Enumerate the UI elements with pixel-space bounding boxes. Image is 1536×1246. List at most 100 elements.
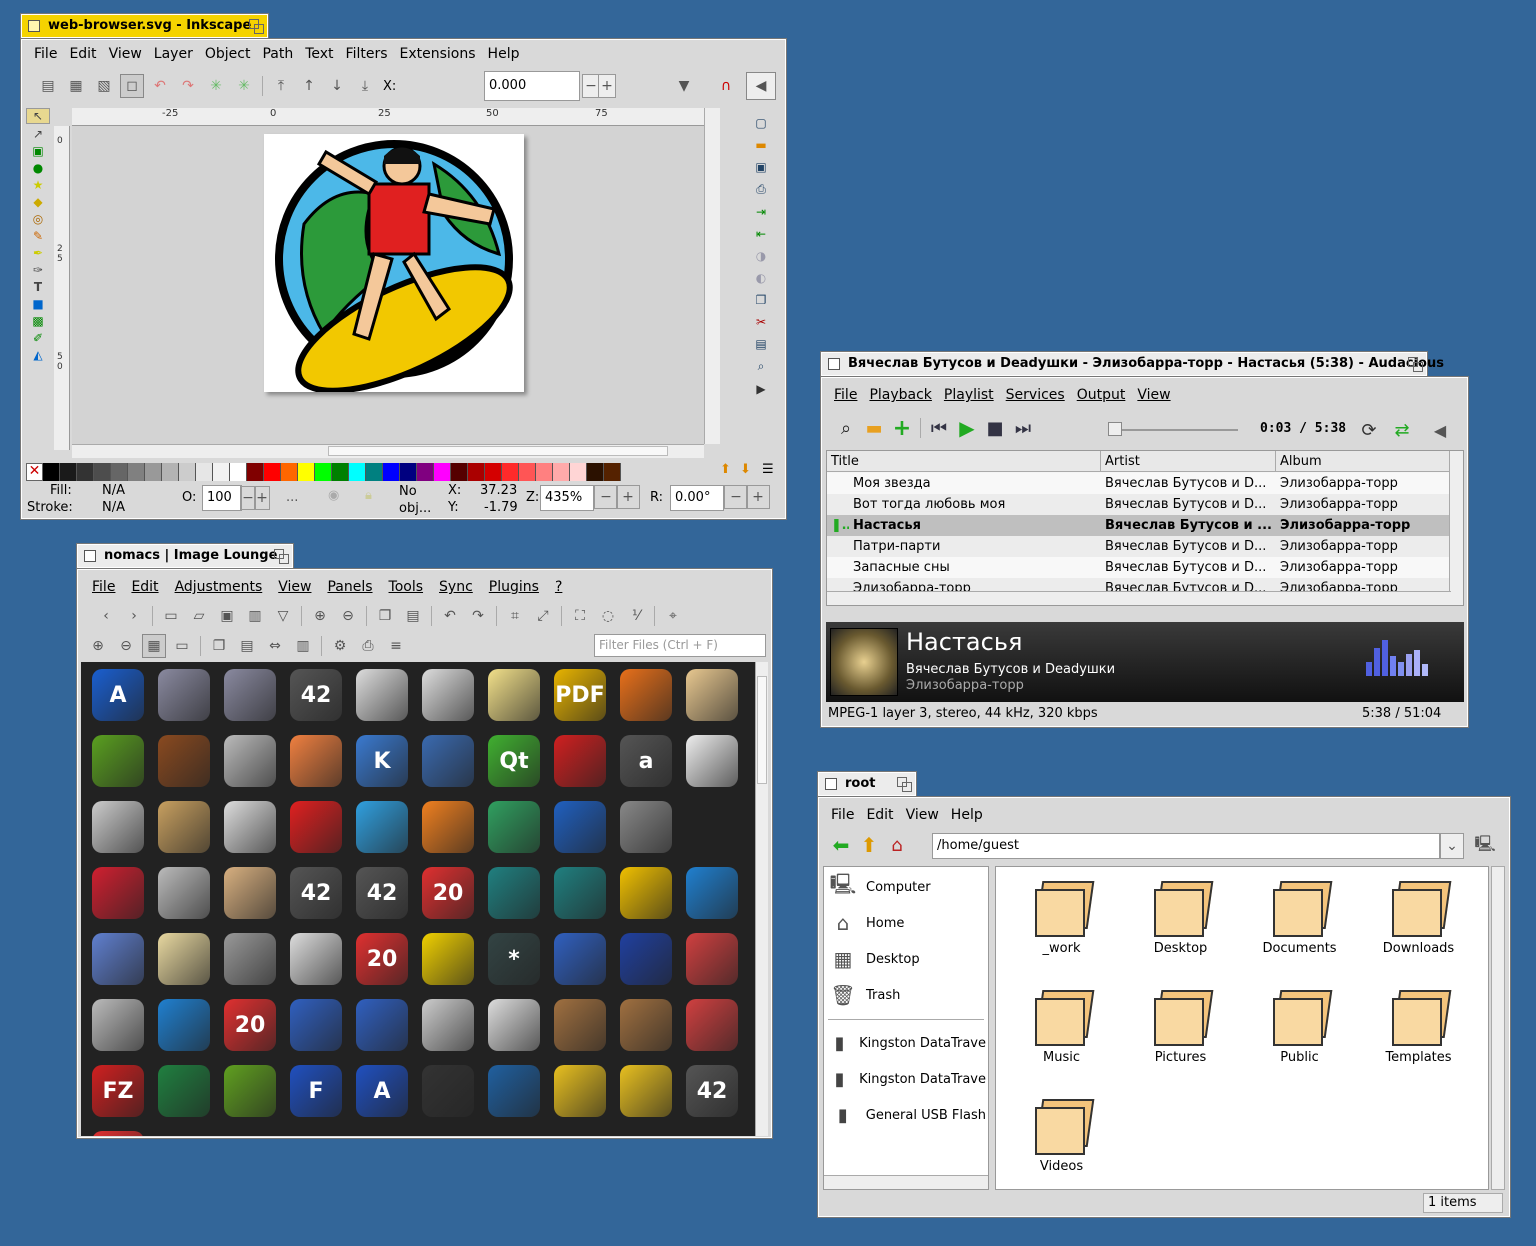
filter-files-input[interactable]: Filter Files (Ctrl + F) xyxy=(594,634,766,657)
strip-view-icon[interactable]: ▭ xyxy=(170,634,194,658)
menu-item-view[interactable]: View xyxy=(900,807,945,823)
color-swatch[interactable] xyxy=(366,463,383,481)
menu-item-output[interactable]: Output xyxy=(1071,387,1132,403)
node-tool-icon[interactable]: ↗ xyxy=(26,127,50,141)
raise-top-icon[interactable]: ⤒ xyxy=(269,74,293,98)
thumbnail[interactable] xyxy=(283,926,349,992)
thumbnail[interactable] xyxy=(481,794,547,860)
rotate-ccw-icon[interactable]: ↶ xyxy=(148,74,172,98)
files-scrollbar[interactable] xyxy=(1491,866,1505,1190)
place-item[interactable]: 🗑︎ Trash xyxy=(828,979,900,1011)
thumbnail[interactable]: * xyxy=(481,926,547,992)
thumbnail[interactable] xyxy=(415,1058,481,1124)
crop-icon[interactable]: ⌗ xyxy=(503,604,527,628)
menu-item-extensions[interactable]: Extensions xyxy=(394,46,482,62)
menu-item-edit[interactable]: Edit xyxy=(63,46,102,62)
volume-icon[interactable]: ◀ xyxy=(1428,418,1452,442)
thumbnail[interactable] xyxy=(151,1058,217,1124)
color-swatch[interactable] xyxy=(587,463,604,481)
thumbnail[interactable] xyxy=(151,794,217,860)
cut-icon[interactable]: ✂ xyxy=(748,315,774,329)
thumbnail[interactable] xyxy=(547,926,613,992)
rotate-right-icon[interactable]: ↷ xyxy=(466,604,490,628)
color-swatch[interactable] xyxy=(570,463,587,481)
delete-icon[interactable]: ▥ xyxy=(243,604,267,628)
raise-icon[interactable]: ↑ xyxy=(297,74,321,98)
menu-item-adjustments[interactable]: Adjustments xyxy=(167,579,271,595)
thumbnail[interactable] xyxy=(481,662,547,728)
thumbnail[interactable] xyxy=(481,992,547,1058)
menu-item-text[interactable]: Text xyxy=(299,46,339,62)
export-icon[interactable]: ⇤ xyxy=(748,227,774,241)
thumbnail[interactable] xyxy=(217,728,283,794)
x-coordinate-input[interactable]: 0.000 xyxy=(484,71,580,101)
rename-icon[interactable]: ⇔ xyxy=(263,634,287,658)
device-item[interactable]: ▮ Kingston DataTrave xyxy=(828,1027,986,1059)
thumbnail[interactable] xyxy=(85,794,151,860)
sort-icon[interactable]: ≡ xyxy=(384,634,408,658)
box-tool-icon[interactable]: ◆ xyxy=(26,195,50,209)
thumbnail[interactable]: PDF xyxy=(547,662,613,728)
color-swatch[interactable] xyxy=(145,463,162,481)
delete-files-icon[interactable]: ▥ xyxy=(291,634,315,658)
thumbnail[interactable] xyxy=(85,860,151,926)
color-swatch[interactable] xyxy=(604,463,621,481)
folder-item[interactable]: Music xyxy=(1002,982,1121,1091)
thumbnail[interactable] xyxy=(85,992,151,1058)
folder-item[interactable]: Public xyxy=(1240,982,1359,1091)
save-icon[interactable]: ▣ xyxy=(215,604,239,628)
menu-item-view[interactable]: View xyxy=(1131,387,1176,403)
play-icon[interactable]: ▶ xyxy=(955,416,979,440)
color-swatch[interactable] xyxy=(264,463,281,481)
resize-icon[interactable]: ⤢ xyxy=(531,604,555,628)
open-icon[interactable]: ▭ xyxy=(159,604,183,628)
select-all-icon[interactable]: ▤ xyxy=(36,74,60,98)
paste-icon[interactable]: ▤ xyxy=(401,604,425,628)
thumbnail[interactable] xyxy=(679,794,745,860)
thumbnail[interactable] xyxy=(613,794,679,860)
search-icon[interactable]: ⌕ xyxy=(834,416,858,440)
folder-item[interactable]: Downloads xyxy=(1359,873,1478,982)
text-tool-icon[interactable]: T xyxy=(26,280,50,294)
more-arrow-icon[interactable]: ▶ xyxy=(748,382,774,396)
canvas-vertical-scrollbar[interactable] xyxy=(704,108,720,444)
thumbnail[interactable]: K xyxy=(349,728,415,794)
menu-item-view[interactable]: View xyxy=(270,579,319,595)
playlist-hscrollbar[interactable] xyxy=(827,591,1451,605)
rotate-left-icon[interactable]: ↶ xyxy=(438,604,462,628)
home-icon[interactable]: ⌂ xyxy=(885,833,909,857)
color-swatch[interactable] xyxy=(315,463,332,481)
filter-icon[interactable]: ▽ xyxy=(271,604,295,628)
thumbnail[interactable] xyxy=(283,728,349,794)
thumbnail[interactable] xyxy=(481,1058,547,1124)
new-document-icon[interactable]: ▢ xyxy=(748,116,774,130)
color-swatch[interactable] xyxy=(43,463,60,481)
next-track-icon[interactable]: ⏭ xyxy=(1011,416,1035,440)
thumbnail[interactable] xyxy=(151,926,217,992)
pen-tool-icon[interactable]: ✒ xyxy=(26,246,50,260)
batch-icon[interactable]: ⚙ xyxy=(328,634,352,658)
color-swatch[interactable] xyxy=(111,463,128,481)
menu-item-filters[interactable]: Filters xyxy=(340,46,394,62)
copy-icon[interactable]: ❐ xyxy=(373,604,397,628)
maximize-icon[interactable] xyxy=(249,19,264,34)
lower-icon[interactable]: ↓ xyxy=(325,74,349,98)
device-item[interactable]: ▮ Kingston DataTrave xyxy=(828,1063,986,1095)
calligraphy-tool-icon[interactable]: ✑ xyxy=(26,263,50,277)
thumbnail[interactable] xyxy=(415,926,481,992)
add-icon[interactable]: + xyxy=(890,416,914,441)
menu-item-layer[interactable]: Layer xyxy=(148,46,199,62)
paste-icon[interactable]: ▤ xyxy=(748,337,774,351)
thumbnail[interactable]: F xyxy=(283,1058,349,1124)
files-pane[interactable]: _work Desktop Documents Downloads Music Pictu… xyxy=(995,866,1489,1190)
thumbnail[interactable] xyxy=(349,992,415,1058)
rotate-decrement-button[interactable]: − xyxy=(724,485,748,509)
menu-item-panels[interactable]: Panels xyxy=(319,579,380,595)
filemanager-window-tab[interactable]: root xyxy=(818,772,916,796)
inkscape-window-tab[interactable]: web-browser.svg - Inkscape xyxy=(21,14,268,38)
column-album[interactable]: Album xyxy=(1276,451,1448,471)
menu-item-tools[interactable]: Tools xyxy=(381,579,432,595)
selector-tool-icon[interactable]: ↖ xyxy=(26,108,50,124)
path-dropdown-button[interactable]: ⌄ xyxy=(1440,833,1464,859)
color-swatch[interactable] xyxy=(247,463,264,481)
